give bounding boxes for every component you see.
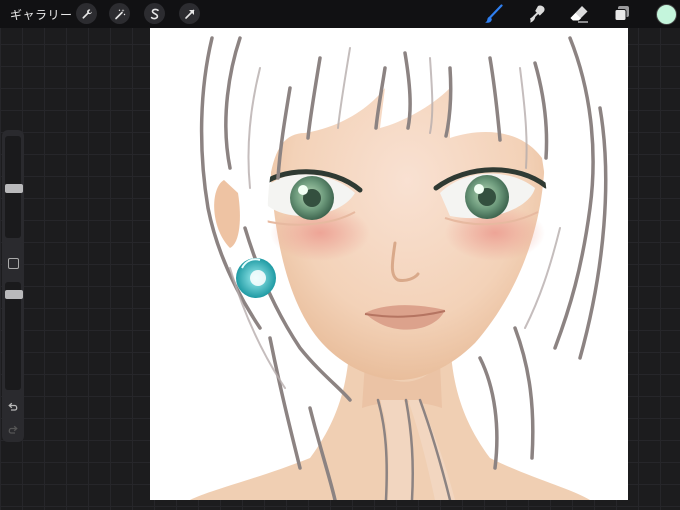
redo-icon xyxy=(8,425,18,434)
undo-button[interactable] xyxy=(5,400,21,414)
current-color-swatch[interactable] xyxy=(656,4,677,25)
brush-icon xyxy=(485,4,503,23)
brush-tool-button[interactable] xyxy=(483,3,505,25)
brush-size-slider[interactable] xyxy=(5,136,23,238)
brush-size-thumb[interactable] xyxy=(5,184,23,193)
modify-button[interactable] xyxy=(8,258,19,269)
selection-button[interactable] xyxy=(144,3,165,24)
opacity-thumb[interactable] xyxy=(5,290,23,299)
portrait-artwork xyxy=(190,28,608,500)
opacity-slider[interactable] xyxy=(5,282,23,390)
transform-button[interactable] xyxy=(179,3,200,24)
wrench-icon xyxy=(81,8,92,19)
smudge-icon xyxy=(530,5,545,23)
undo-icon xyxy=(8,402,18,411)
adjustments-button[interactable] xyxy=(109,3,130,24)
top-toolbar: ギャラリー xyxy=(0,0,680,28)
smudge-tool-button[interactable] xyxy=(526,3,548,25)
left-sidebar xyxy=(2,130,24,442)
gallery-button[interactable]: ギャラリー xyxy=(10,6,73,23)
drawing-canvas[interactable] xyxy=(150,28,628,500)
eraser-icon xyxy=(570,6,588,23)
magic-wand-icon xyxy=(114,8,125,19)
redo-button[interactable] xyxy=(5,423,21,437)
eraser-tool-button[interactable] xyxy=(568,3,590,25)
layers-button[interactable] xyxy=(611,3,633,25)
selection-s-icon xyxy=(150,8,159,19)
layers-icon xyxy=(614,6,629,21)
actions-button[interactable] xyxy=(76,3,97,24)
arrow-icon xyxy=(184,9,194,19)
